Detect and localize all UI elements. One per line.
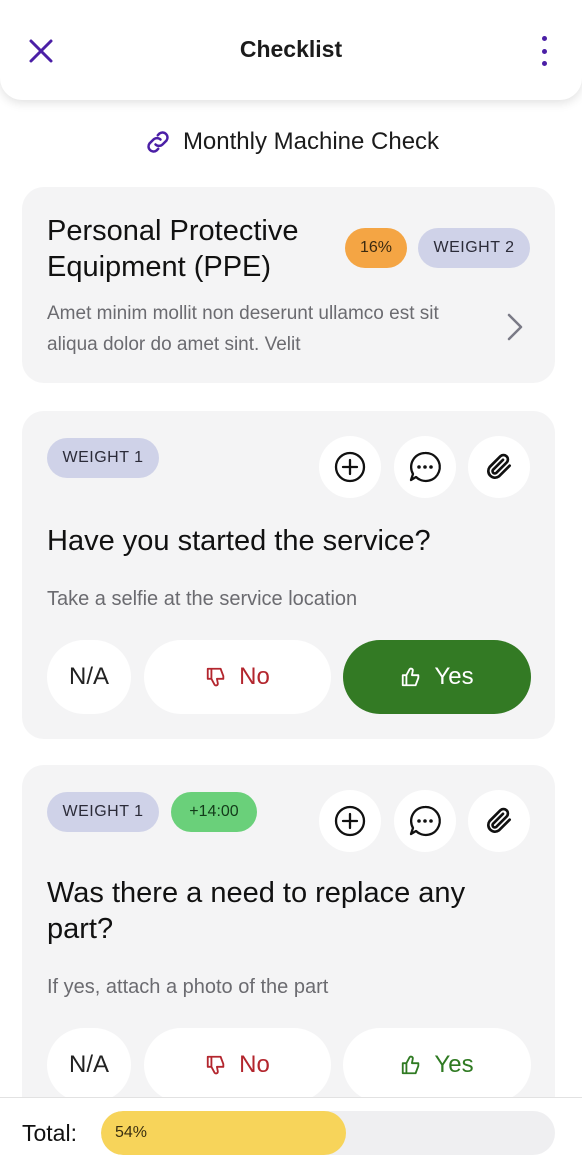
total-label: Total:: [22, 1120, 77, 1146]
more-options-button[interactable]: [540, 36, 548, 66]
thumbs-down-icon: [206, 667, 225, 687]
chevron-right-icon[interactable]: [505, 312, 525, 342]
total-percent-label: 54%: [115, 1124, 148, 1141]
total-bar: Total: 54%: [0, 1097, 582, 1176]
section-weight-badge: WEIGHT 2: [418, 228, 530, 268]
attach-button[interactable]: [468, 790, 530, 852]
answer-yes-button[interactable]: Yes: [343, 1028, 531, 1102]
section-description: Amet minim mollit non deserunt ullamco e…: [47, 303, 439, 355]
thumbs-up-icon: [402, 667, 420, 687]
thumbs-down-icon: [206, 1055, 225, 1075]
question-title: Have you started the service?: [47, 525, 431, 557]
checklist-name-row[interactable]: Monthly Machine Check: [0, 127, 582, 157]
comment-icon: [409, 451, 441, 483]
paperclip-icon: [487, 807, 511, 833]
answer-na-label: N/A: [68, 663, 109, 690]
time-badge: +14:00: [171, 792, 257, 832]
page-title: Checklist: [239, 36, 343, 62]
top-app-bar: Checklist: [0, 0, 582, 100]
paperclip-icon: [487, 453, 511, 479]
answer-na-button[interactable]: N/A: [47, 640, 131, 714]
question-title: Was there a need to replace any part?: [47, 877, 466, 945]
question-weight-badge: WEIGHT 1: [47, 792, 159, 832]
comment-button[interactable]: [394, 436, 456, 498]
comment-icon: [409, 805, 441, 837]
answer-na-label: N/A: [68, 1051, 109, 1078]
answer-yes-label: Yes: [434, 1051, 474, 1078]
thumbs-up-icon: [402, 1055, 420, 1075]
section-title: Personal Protective Equipment (PPE): [47, 215, 299, 283]
section-percent-badge: 16%: [345, 228, 407, 268]
question-card: WEIGHT 1 Have you started the service? T…: [22, 411, 555, 739]
link-icon: [147, 131, 169, 153]
plus-circle-icon: [334, 451, 366, 483]
add-button[interactable]: [319, 790, 381, 852]
question-hint: If yes, attach a photo of the part: [47, 976, 329, 998]
question-card: WEIGHT 1 +14:00 Was there a need to repl…: [22, 765, 555, 1125]
answer-no-button[interactable]: No: [144, 640, 331, 714]
more-vertical-icon: [541, 36, 547, 41]
checklist-name: Monthly Machine Check: [182, 128, 440, 155]
plus-circle-icon: [334, 805, 366, 837]
question-weight-badge: WEIGHT 1: [47, 438, 159, 478]
section-card-ppe[interactable]: Personal Protective Equipment (PPE) 16% …: [22, 187, 555, 383]
attach-button[interactable]: [468, 436, 530, 498]
answer-no-label: No: [239, 663, 270, 690]
answer-yes-label: Yes: [434, 663, 474, 690]
comment-button[interactable]: [394, 790, 456, 852]
total-progress-track: 54%: [101, 1111, 555, 1155]
answer-no-button[interactable]: No: [144, 1028, 331, 1102]
answer-no-label: No: [239, 1051, 270, 1078]
question-hint: Take a selfie at the service location: [47, 588, 358, 610]
add-button[interactable]: [319, 436, 381, 498]
answer-yes-button[interactable]: Yes: [343, 640, 531, 714]
answer-na-button[interactable]: N/A: [47, 1028, 131, 1102]
